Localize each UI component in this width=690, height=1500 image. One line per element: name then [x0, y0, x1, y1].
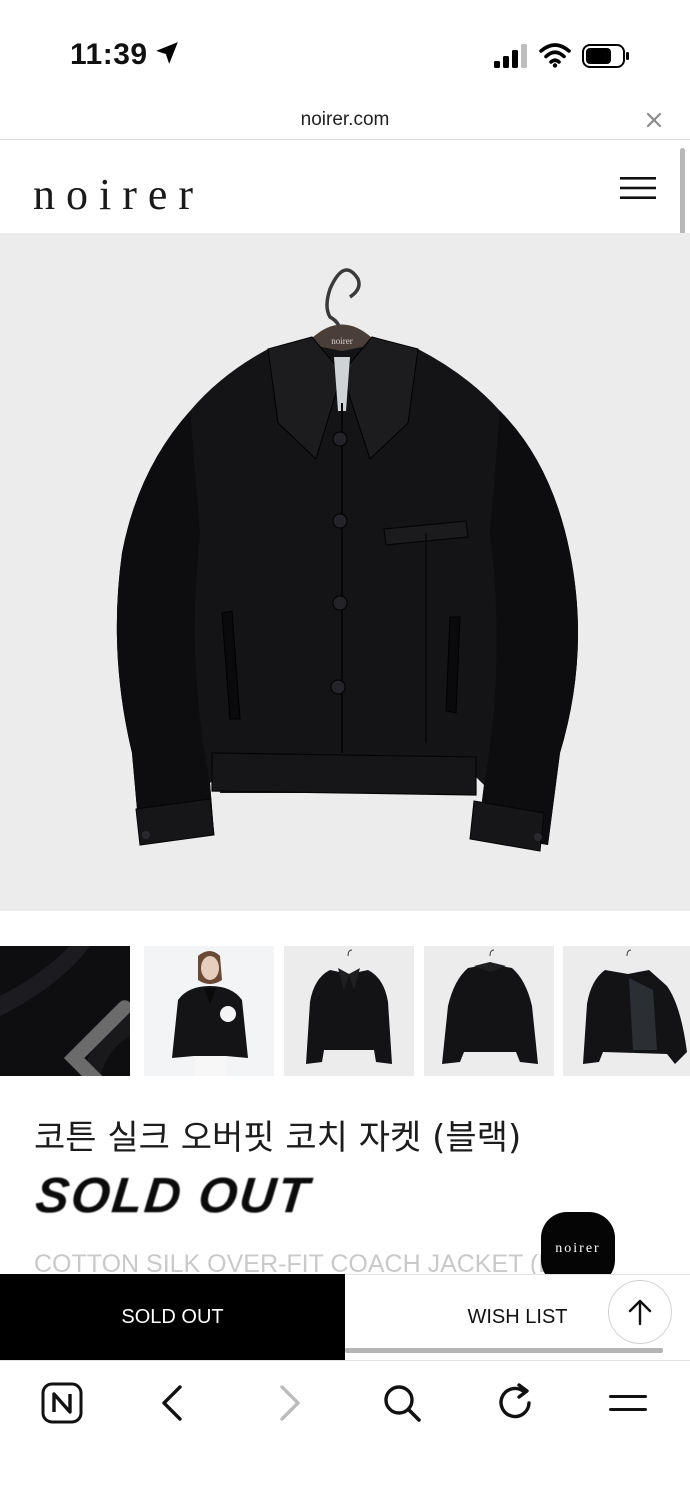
- thumbnail-2[interactable]: [144, 946, 274, 1076]
- close-icon[interactable]: [644, 110, 664, 130]
- wish-list-button-label: WISH LIST: [467, 1306, 568, 1328]
- jacket-open-image: [563, 946, 690, 1076]
- hanger-brand-text: noirer: [331, 336, 353, 346]
- sold-out-status: SOLD OUT: [33, 1167, 314, 1223]
- hamburger-menu-icon[interactable]: [620, 175, 656, 201]
- naver-n-icon[interactable]: [40, 1381, 84, 1425]
- thumbnail-1[interactable]: [0, 946, 130, 1076]
- model-wearing-image: [144, 946, 274, 1076]
- back-icon[interactable]: [152, 1381, 196, 1425]
- menu-icon[interactable]: [606, 1381, 650, 1425]
- arrow-up-icon: [628, 1299, 652, 1326]
- jacket-illustration: noirer: [116, 268, 578, 852]
- browser-toolbar: [0, 1360, 690, 1500]
- search-icon[interactable]: [380, 1381, 424, 1425]
- reload-icon[interactable]: [493, 1381, 537, 1425]
- cellular-signal-icon: [494, 44, 527, 68]
- product-main-image[interactable]: noirer: [0, 233, 690, 911]
- sold-out-button[interactable]: SOLD OUT: [0, 1274, 345, 1360]
- wifi-icon: [539, 43, 571, 68]
- site-header: noirer: [0, 141, 690, 223]
- horizontal-scroll-indicator: [345, 1348, 663, 1353]
- product-name-ko: 코튼 실크 오버핏 코치 자켓 (블랙): [34, 1118, 522, 1158]
- scroll-top-button[interactable]: [608, 1280, 672, 1344]
- chat-button-label: noirer: [555, 1241, 601, 1256]
- thumbnail-strip: [0, 946, 690, 1076]
- status-bar: 11:39: [0, 0, 690, 100]
- sold-out-button-label: SOLD OUT: [121, 1305, 224, 1328]
- chevron-left-icon[interactable]: [38, 993, 130, 1076]
- thumbnail-4[interactable]: [424, 946, 554, 1076]
- forward-icon[interactable]: [266, 1381, 310, 1425]
- url-text[interactable]: noirer.com: [0, 109, 690, 131]
- site-logo[interactable]: noirer: [33, 169, 204, 220]
- thumbnail-5[interactable]: [563, 946, 690, 1076]
- status-time: 11:39: [70, 38, 148, 71]
- thumbnail-3[interactable]: [284, 946, 414, 1076]
- browser-url-bar[interactable]: noirer.com: [0, 100, 690, 140]
- jacket-front-image: [284, 946, 414, 1076]
- jacket-back-image: [424, 946, 554, 1076]
- battery-icon: [582, 44, 629, 68]
- location-arrow-icon: [156, 42, 178, 64]
